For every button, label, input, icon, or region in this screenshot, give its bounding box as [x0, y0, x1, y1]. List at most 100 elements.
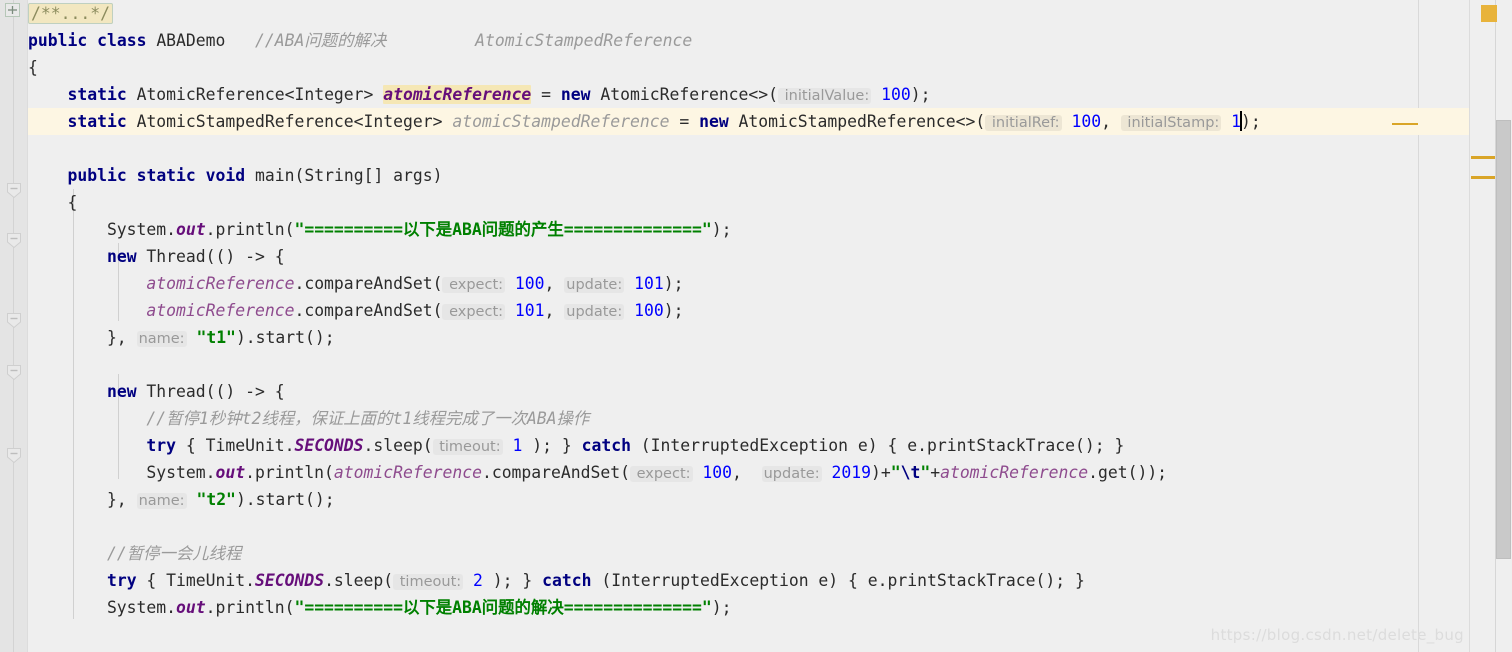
warning-stripe-badge[interactable]: [1481, 5, 1498, 22]
code-token-plain: System.: [28, 220, 177, 239]
error-stripe-and-scrollbar[interactable]: [1469, 0, 1512, 652]
code-token-plain: ,: [732, 463, 762, 482]
code-line[interactable]: try { TimeUnit.SECONDS.sleep( timeout: 2…: [28, 567, 1261, 594]
code-line[interactable]: //暂停一会儿线程: [28, 540, 1261, 567]
code-token-localvar: atomicReference: [146, 301, 295, 320]
fold-marker-collapse-icon[interactable]: [5, 447, 23, 464]
code-token-plain: );: [663, 274, 684, 293]
code-token-num: 1: [512, 436, 523, 455]
fold-marker-collapse-icon[interactable]: [5, 232, 23, 249]
code-token-kw: try: [146, 436, 177, 455]
code-line[interactable]: public class ABADemo //ABA问题的解决 AtomicSt…: [28, 27, 1261, 54]
fold-marker-collapse-icon[interactable]: [5, 312, 23, 329]
code-token-plain: ABADemo: [156, 31, 226, 50]
code-line[interactable]: atomicReference.compareAndSet( expect: 1…: [28, 297, 1261, 324]
code-line[interactable]: atomicReference.compareAndSet( expect: 1…: [28, 270, 1261, 297]
code-token-plain: .compareAndSet(: [481, 463, 630, 482]
code-line[interactable]: }, name: "t2").start();: [28, 486, 1261, 513]
code-line[interactable]: [28, 621, 1261, 648]
code-line[interactable]: static AtomicReference<Integer> atomicRe…: [28, 81, 1261, 108]
code-token-kw: static: [67, 112, 127, 131]
code-token-num: 100: [881, 85, 911, 104]
code-token-kw: new: [560, 85, 591, 104]
code-line[interactable]: new Thread(() -> {: [28, 243, 1261, 270]
code-line[interactable]: [28, 351, 1261, 378]
code-token-plain: ,: [544, 274, 565, 293]
fold-marker-expand-icon[interactable]: [5, 2, 20, 17]
code-token-kw: class: [97, 31, 147, 50]
code-token-plain: ).start();: [235, 328, 335, 347]
code-text[interactable]: /**...*/ public class ABADemo //ABA问题的解决 …: [28, 0, 1470, 648]
code-token-plain: ,: [1101, 112, 1121, 131]
editor-gutter[interactable]: [0, 0, 28, 652]
code-token-num: 100: [514, 274, 545, 293]
code-line[interactable]: }, name: "t1").start();: [28, 324, 1261, 351]
fold-marker-collapse-icon[interactable]: [5, 182, 23, 199]
code-token-plain: AtomicReference<>(: [590, 85, 779, 104]
vertical-scrollbar-thumb[interactable]: [1496, 120, 1511, 559]
code-line[interactable]: //暂停1秒钟t2线程，保证上面的t1线程完成了一次ABA操作: [28, 405, 1261, 432]
code-token-unused: atomicStampedReference: [452, 112, 670, 131]
code-token-plain: .sleep(: [324, 571, 394, 590]
code-token-num: 101: [514, 301, 545, 320]
code-line[interactable]: System.out.println(atomicReference.compa…: [28, 459, 1261, 486]
code-line[interactable]: [28, 513, 1261, 540]
code-line[interactable]: {: [28, 189, 1261, 216]
code-token-str: "==========以下是ABA问题的解决==============": [294, 598, 712, 617]
code-line[interactable]: static AtomicStampedReference<Integer> a…: [28, 108, 1470, 135]
code-token-hint: initialStamp:: [1120, 115, 1222, 131]
code-token-plain: ,: [544, 301, 565, 320]
code-token-plain: System.: [28, 598, 177, 617]
code-token-num: 100: [702, 463, 732, 482]
code-token-field: out: [176, 598, 206, 617]
stripe-warning-mark[interactable]: [1471, 156, 1495, 159]
code-token-str: "t2": [196, 490, 236, 509]
code-token-plain: =: [531, 85, 561, 104]
code-token-plain: +: [930, 463, 941, 482]
code-token-num: 101: [634, 274, 664, 293]
code-line[interactable]: System.out.println("==========以下是ABA问题的产…: [28, 216, 1261, 243]
code-token-plain: )+: [870, 463, 891, 482]
fold-marker-collapse-icon[interactable]: [5, 364, 23, 381]
code-token-hint: name:: [136, 331, 187, 347]
vertical-scrollbar-track[interactable]: [1496, 0, 1512, 652]
code-line[interactable]: {: [28, 54, 1261, 81]
code-token-plain: .sleep(: [363, 436, 433, 455]
code-token-hint: expect:: [629, 466, 693, 482]
code-token-plain: ); }: [482, 571, 543, 590]
code-line[interactable]: [28, 135, 1261, 162]
code-line[interactable]: /**...*/: [28, 0, 1261, 27]
code-token-kw: new: [106, 382, 137, 401]
code-token-plain: );: [663, 301, 684, 320]
code-token-plain: .get());: [1088, 463, 1168, 482]
code-token-hint: timeout:: [393, 574, 464, 590]
code-line[interactable]: new Thread(() -> {: [28, 378, 1261, 405]
code-token-plain: },: [28, 490, 137, 509]
code-token-plain: {: [28, 193, 78, 212]
code-line[interactable]: System.out.println("==========以下是ABA问题的解…: [28, 594, 1261, 621]
code-token-plain: .println(: [205, 598, 295, 617]
code-token-str: ": [920, 463, 931, 482]
code-token-localvar: atomicReference: [940, 463, 1089, 482]
code-token-kw: public: [67, 166, 127, 185]
code-token-hint: expect:: [442, 277, 506, 293]
stripe-warning-mark[interactable]: [1471, 176, 1495, 179]
code-editor-surface[interactable]: /**...*/ public class ABADemo //ABA问题的解决 …: [28, 0, 1470, 652]
code-line[interactable]: public static void main(String[] args): [28, 162, 1261, 189]
warning-underline: [1392, 123, 1418, 125]
code-token-str: "==========以下是ABA问题的产生==============": [294, 220, 712, 239]
code-token-hint: update:: [761, 466, 822, 482]
code-line[interactable]: try { TimeUnit.SECONDS.sleep( timeout: 1…: [28, 432, 1261, 459]
code-token-localvar: atomicReference: [333, 463, 482, 482]
